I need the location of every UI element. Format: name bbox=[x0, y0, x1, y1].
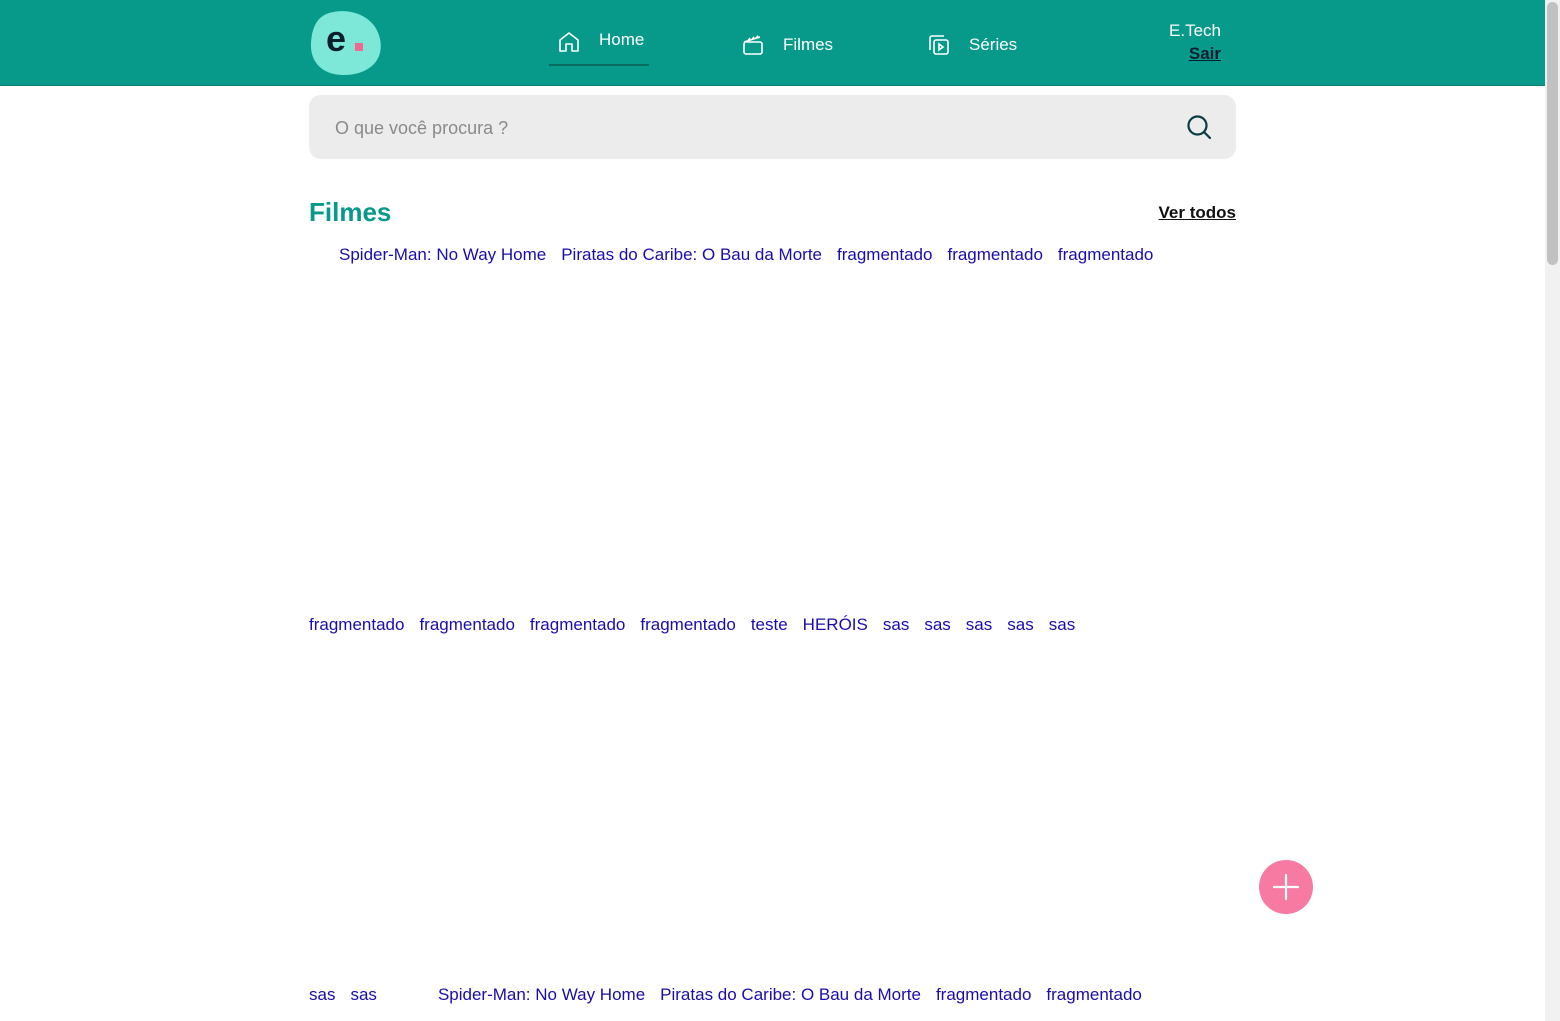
movie-card[interactable]: fragmentado bbox=[640, 615, 735, 635]
movie-row: sas sas Spider-Man: No Way Home Piratas … bbox=[309, 985, 1157, 1005]
nav-home[interactable]: Home bbox=[549, 20, 649, 66]
movie-card[interactable]: sas bbox=[1049, 615, 1075, 635]
movie-poster-alt: HERÓIS bbox=[802, 615, 868, 634]
logout-link[interactable]: Sair bbox=[1169, 42, 1221, 66]
section-title: Filmes bbox=[309, 197, 392, 227]
movie-card[interactable]: HERÓIS bbox=[803, 615, 868, 635]
movie-poster-alt: fragmentado bbox=[1046, 985, 1142, 1004]
movie-card[interactable]: fragmentado bbox=[1046, 985, 1141, 1005]
movie-poster-alt: sas bbox=[924, 615, 951, 634]
nav-filmes-label: Filmes bbox=[783, 35, 834, 54]
movie-poster-alt: fragmentado bbox=[529, 615, 626, 634]
movie-poster-alt: fragmentado bbox=[837, 245, 933, 264]
movie-card[interactable]: sas bbox=[309, 985, 335, 1005]
movie-card[interactable]: sas bbox=[966, 615, 992, 635]
movie-card[interactable]: sas bbox=[883, 615, 909, 635]
movie-card[interactable]: sas bbox=[924, 615, 950, 635]
nav-series-label: Séries bbox=[969, 35, 1018, 54]
movie-poster-alt: fragmentado bbox=[419, 615, 515, 634]
movie-card[interactable]: fragmentado bbox=[530, 615, 625, 635]
etech-logo[interactable]: e bbox=[309, 9, 382, 76]
movie-card[interactable]: Spider-Man: No Way Home bbox=[438, 985, 645, 1005]
movie-poster-alt: fragmentado bbox=[640, 615, 736, 634]
movie-card[interactable]: sas bbox=[350, 985, 376, 1005]
nav-series[interactable]: Séries bbox=[927, 22, 1017, 68]
movie-poster-alt: Spider-Man: No Way Home bbox=[437, 985, 646, 1004]
movie-poster-alt: sas bbox=[309, 985, 336, 1004]
movie-poster-alt: fragmentado bbox=[935, 985, 1032, 1004]
movie-poster-alt: Piratas do Caribe: O Bau da Morte bbox=[660, 985, 921, 1004]
user-box: E.Tech Sair bbox=[1169, 20, 1221, 66]
add-button[interactable] bbox=[1259, 860, 1313, 914]
movie-card[interactable]: fragmentado bbox=[936, 985, 1031, 1005]
search-input[interactable] bbox=[333, 95, 1177, 161]
movie-poster-alt: fragmentado bbox=[947, 245, 1043, 264]
movie-poster-alt: fragmentado bbox=[309, 615, 405, 634]
movie-poster-alt: sas bbox=[882, 615, 910, 634]
scrollbar-thumb[interactable] bbox=[1547, 2, 1558, 265]
movie-card[interactable]: fragmentado bbox=[837, 245, 932, 265]
movie-poster-alt: sas bbox=[1007, 615, 1034, 634]
home-icon bbox=[559, 32, 579, 52]
movie-poster-alt: fragmentado bbox=[1057, 245, 1154, 264]
row-gap bbox=[392, 985, 438, 1005]
movie-card[interactable]: Piratas do Caribe: O Bau da Morte bbox=[561, 245, 822, 265]
movie-row: Spider-Man: No Way Home Piratas do Carib… bbox=[339, 245, 1168, 265]
nav-filmes[interactable]: Filmes bbox=[741, 22, 833, 68]
movie-row: fragmentado fragmentado fragmentado frag… bbox=[309, 615, 1090, 635]
movie-card[interactable]: fragmentado bbox=[947, 245, 1042, 265]
movie-card[interactable]: Piratas do Caribe: O Bau da Morte bbox=[660, 985, 921, 1005]
plus-icon bbox=[1272, 873, 1300, 901]
movie-poster-alt: teste bbox=[750, 615, 788, 634]
movie-poster-alt: sas bbox=[965, 615, 993, 634]
movie-card[interactable]: fragmentado bbox=[1058, 245, 1153, 265]
search-icon[interactable] bbox=[1186, 114, 1212, 140]
movie-poster-alt: sas bbox=[1048, 615, 1076, 634]
movie-card[interactable]: teste bbox=[751, 615, 788, 635]
svg-text:e: e bbox=[326, 18, 346, 59]
nav-home-label: Home bbox=[599, 30, 645, 49]
top-navbar: e Home Filmes Séries E.Tech Sair bbox=[0, 0, 1545, 86]
movie-poster-alt: Spider-Man: No Way Home bbox=[339, 245, 547, 264]
movie-card[interactable]: sas bbox=[1007, 615, 1033, 635]
movie-card[interactable]: fragmentado bbox=[309, 615, 404, 635]
movie-poster-alt: sas bbox=[350, 985, 377, 1004]
play-stack-icon bbox=[929, 35, 949, 55]
page-scrollbar[interactable] bbox=[1545, 0, 1560, 1021]
clapperboard-icon bbox=[743, 35, 763, 55]
movie-card[interactable]: Spider-Man: No Way Home bbox=[339, 245, 546, 265]
movie-poster-alt: Piratas do Caribe: O Bau da Morte bbox=[561, 245, 823, 264]
search-bar bbox=[309, 95, 1236, 161]
see-all-link[interactable]: Ver todos bbox=[1159, 203, 1236, 223]
user-name: E.Tech bbox=[1169, 21, 1221, 40]
movie-card[interactable]: fragmentado bbox=[419, 615, 514, 635]
